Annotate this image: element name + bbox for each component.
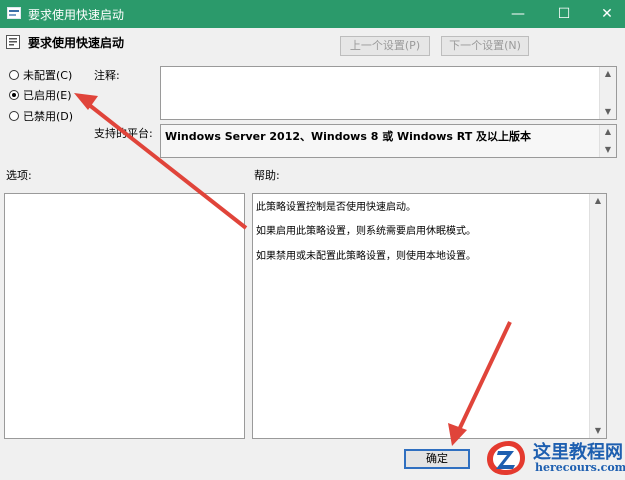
help-line: 此策略设置控制是否使用快速启动。 <box>256 202 416 213</box>
prev-setting-button[interactable]: 上一个设置(P) <box>340 36 430 56</box>
help-label: 帮助: <box>254 169 280 182</box>
radio-not-configured-label: 未配置(C) <box>23 69 73 82</box>
maximize-button[interactable]: ☐ <box>546 0 582 28</box>
radio-disabled-indicator[interactable] <box>9 111 19 121</box>
radio-not-configured-indicator[interactable] <box>9 70 19 80</box>
z-logo-icon <box>487 441 525 475</box>
scroll-down-icon[interactable]: ▼ <box>600 105 616 119</box>
arrow-head-icon <box>74 93 98 110</box>
platform-label: 支持的平台: <box>94 127 153 140</box>
policy-icon <box>7 7 21 19</box>
radio-enabled[interactable]: 已启用(E) <box>9 87 72 103</box>
minimize-button[interactable]: — <box>500 0 536 28</box>
scroll-up-icon[interactable]: ▲ <box>590 194 606 208</box>
window-title: 要求使用快速启动 <box>28 8 125 22</box>
platform-box: Windows Server 2012、Windows 8 或 Windows … <box>160 124 617 158</box>
ok-button[interactable]: 确定 <box>404 449 470 469</box>
watermark: 这里教程网 herecours.com <box>480 436 625 480</box>
platform-value: Windows Server 2012、Windows 8 或 Windows … <box>165 130 532 143</box>
scroll-down-icon[interactable]: ▼ <box>600 143 616 157</box>
watermark-url: herecours.com <box>535 461 625 474</box>
help-line: 如果启用此策略设置，则系统需要启用休眠模式。 <box>256 226 476 237</box>
title-bar: 要求使用快速启动 — ☐ ✕ <box>0 0 625 28</box>
radio-disabled-label: 已禁用(D) <box>23 110 74 123</box>
maximize-icon: ☐ <box>557 6 571 22</box>
close-button[interactable]: ✕ <box>589 0 625 28</box>
close-icon: ✕ <box>601 6 613 22</box>
next-setting-button[interactable]: 下一个设置(N) <box>441 36 529 56</box>
help-panel: 此策略设置控制是否使用快速启动。 如果启用此策略设置，则系统需要启用休眠模式。 … <box>252 193 607 439</box>
comment-label: 注释: <box>94 69 120 82</box>
radio-enabled-indicator[interactable] <box>9 90 19 100</box>
radio-enabled-label: 已启用(E) <box>23 89 72 102</box>
comment-textarea[interactable]: ▲ ▼ <box>160 66 617 120</box>
help-scrollbar[interactable]: ▲ ▼ <box>589 194 606 438</box>
scroll-up-icon[interactable]: ▲ <box>600 125 616 139</box>
scroll-up-icon[interactable]: ▲ <box>600 67 616 81</box>
comment-scrollbar[interactable]: ▲ ▼ <box>599 67 616 119</box>
radio-disabled[interactable]: 已禁用(D) <box>9 108 73 124</box>
minimize-icon: — <box>511 6 525 22</box>
policy-settings-icon <box>6 35 20 49</box>
options-panel <box>4 193 245 439</box>
radio-not-configured[interactable]: 未配置(C) <box>9 67 72 83</box>
policy-title: 要求使用快速启动 <box>28 36 125 50</box>
help-line: 如果禁用或未配置此策略设置，则使用本地设置。 <box>256 251 476 262</box>
platform-scrollbar[interactable]: ▲ ▼ <box>599 125 616 157</box>
options-label: 选项: <box>6 169 32 182</box>
